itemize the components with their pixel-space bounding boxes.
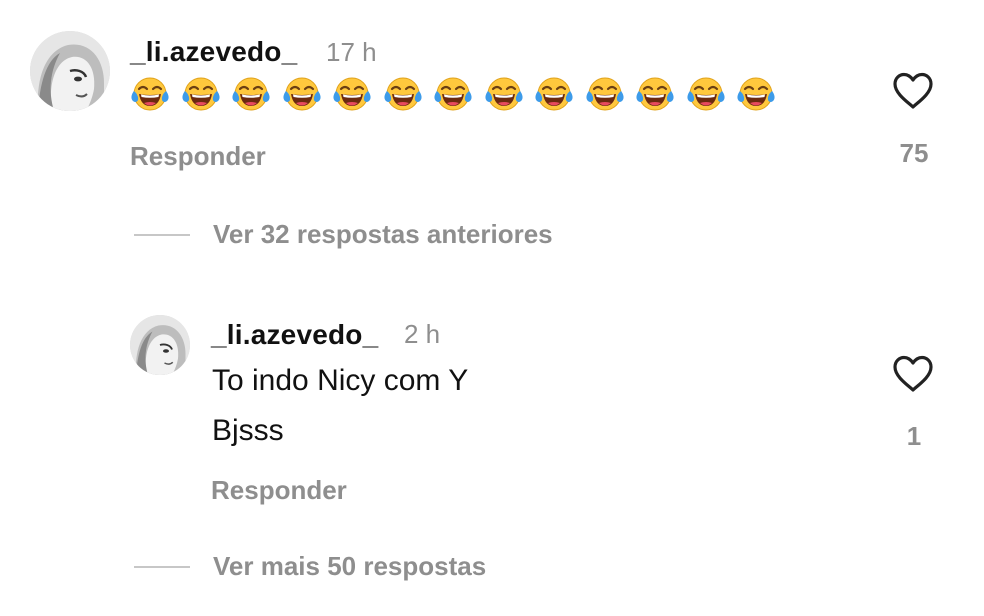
comment-emoji-row bbox=[130, 74, 776, 114]
face-with-tears-of-joy-icon bbox=[333, 77, 371, 111]
comment-username[interactable]: _li.azevedo_ bbox=[130, 36, 297, 68]
reply-timestamp: 2 h bbox=[404, 319, 441, 349]
face-with-tears-of-joy-icon bbox=[131, 77, 169, 111]
replies-divider bbox=[134, 566, 190, 568]
comment-reply-button[interactable]: Responder bbox=[130, 141, 266, 172]
reply-username[interactable]: _li.azevedo_ bbox=[211, 319, 378, 351]
avatar[interactable] bbox=[30, 31, 110, 111]
view-more-replies-button[interactable]: Ver mais 50 respostas bbox=[213, 551, 486, 582]
face-with-tears-of-joy-icon bbox=[737, 77, 775, 111]
avatar-photo bbox=[30, 31, 110, 111]
face-with-tears-of-joy-icon bbox=[484, 77, 523, 111]
face-with-tears-of-joy-icon bbox=[535, 77, 573, 111]
comment-heart-icon[interactable] bbox=[891, 71, 935, 111]
reply-avatar[interactable] bbox=[130, 315, 190, 375]
reply-like-count: 1 bbox=[906, 421, 922, 451]
heart-outline-icon bbox=[893, 72, 933, 109]
face-with-tears-of-joy-icon bbox=[434, 77, 472, 111]
view-previous-replies-button[interactable]: Ver 32 respostas anteriores bbox=[213, 219, 553, 250]
face-with-tears-of-joy-icon bbox=[686, 77, 725, 111]
heart-outline-icon bbox=[893, 355, 933, 392]
reply-text-line: To indo Nicy com Y bbox=[212, 364, 469, 397]
face-with-tears-of-joy-icon bbox=[181, 77, 220, 111]
face-with-tears-of-joy-icon bbox=[282, 77, 321, 111]
avatar-photo bbox=[130, 315, 190, 375]
face-with-tears-of-joy-icon bbox=[636, 77, 674, 111]
reply-heart-icon[interactable] bbox=[891, 354, 935, 394]
comment-timestamp: 17 h bbox=[326, 37, 377, 67]
reply-text-line: Bjsss bbox=[212, 414, 284, 447]
face-with-tears-of-joy-icon bbox=[232, 77, 270, 111]
face-with-tears-of-joy-icon bbox=[383, 77, 422, 111]
replies-divider bbox=[134, 234, 190, 236]
face-with-tears-of-joy-icon bbox=[585, 77, 624, 111]
reply-reply-button[interactable]: Responder bbox=[211, 475, 347, 506]
comment-like-count: 75 bbox=[899, 138, 929, 168]
